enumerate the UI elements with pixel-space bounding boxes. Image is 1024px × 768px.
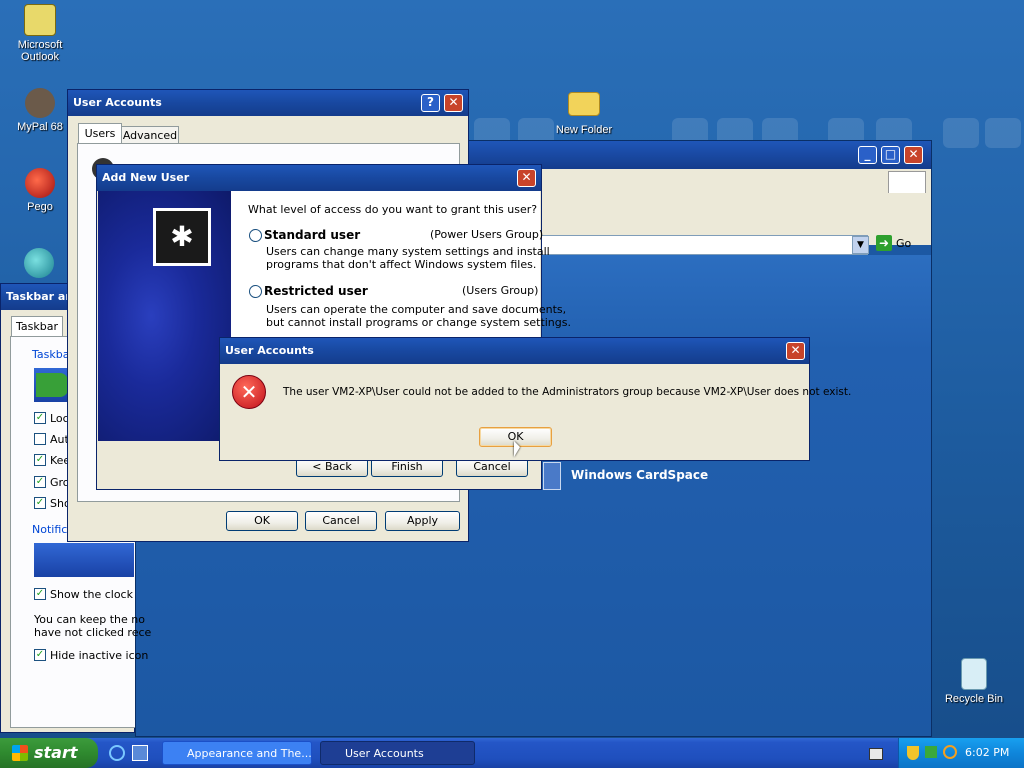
taskbar-task-appearance[interactable]: Appearance and The...: [162, 741, 312, 765]
cancel-button[interactable]: Cancel: [305, 511, 377, 531]
taskbar-task-user-accounts[interactable]: User Accounts: [320, 741, 475, 765]
cardspace-icon[interactable]: [543, 462, 561, 490]
minimize-button[interactable]: _: [858, 146, 877, 164]
close-button[interactable]: ✕: [444, 94, 463, 112]
go-button-label[interactable]: Go: [896, 237, 911, 250]
keep-on-top-checkbox[interactable]: ✓: [34, 454, 46, 466]
hide-inactive-label: Hide inactive icon: [50, 649, 149, 662]
restricted-user-desc: Users can operate the computer and save …: [266, 303, 567, 316]
user-accounts-title: User Accounts: [68, 90, 468, 116]
clock[interactable]: 6:02 PM: [965, 746, 1009, 759]
taskbar: start Appearance and The... User Account…: [0, 738, 1024, 768]
windows-flag-icon: [888, 171, 926, 195]
notification-preview: [34, 543, 134, 577]
error-dialog: User Accounts ✕ ✕ The user VM2-XP\User c…: [219, 337, 851, 461]
recycle-bin-icon: [961, 658, 987, 690]
hide-inactive-checkbox[interactable]: ✓: [34, 649, 46, 661]
desktop-icon-new-folder[interactable]: New Folder: [544, 88, 624, 136]
desktop-icon-label: New Folder: [555, 124, 613, 136]
desktop-icon-recycle-bin[interactable]: Recycle Bin: [934, 658, 1014, 705]
add-new-user-title: Add New User: [97, 165, 541, 191]
outlook-icon: [24, 4, 56, 36]
autohide-checkbox[interactable]: [34, 433, 46, 445]
search-icon[interactable]: [943, 745, 957, 759]
lock-taskbar-checkbox[interactable]: ✓: [34, 412, 46, 424]
start-label: start: [34, 743, 78, 762]
windows-cardspace-link[interactable]: Windows CardSpace: [571, 468, 708, 482]
standard-user-desc: Users can change many system settings an…: [266, 245, 550, 258]
security-shield-icon[interactable]: [907, 746, 919, 760]
maximize-button[interactable]: □: [881, 146, 900, 164]
help-button[interactable]: ?: [421, 94, 440, 112]
error-icon: ✕: [232, 375, 266, 409]
chevron-down-icon[interactable]: ▼: [852, 236, 869, 254]
standard-user-radio[interactable]: [249, 229, 262, 242]
group-taskbar-label: Taskba: [32, 348, 70, 361]
network-icon[interactable]: [925, 746, 937, 758]
quicklaunch-icon[interactable]: [132, 745, 148, 761]
show-clock-label: Show the clock: [50, 588, 133, 601]
go-arrow-icon[interactable]: ➜: [876, 235, 892, 251]
windows-logo-icon: [12, 745, 28, 761]
close-button[interactable]: ✕: [517, 169, 536, 187]
autohide-label: Aut: [50, 433, 69, 446]
error-dialog-title: User Accounts: [220, 338, 809, 364]
desktop-icon-unknown[interactable]: [24, 248, 54, 278]
restricted-user-desc-2: but cannot install programs or change sy…: [266, 316, 571, 329]
desktop-icon-label: Recycle Bin: [944, 693, 1004, 705]
standard-user-label[interactable]: Standard user: [264, 228, 360, 242]
show-clock-checkbox[interactable]: ✓: [34, 588, 46, 600]
lock-taskbar-label: Loc: [50, 412, 69, 425]
restricted-user-group: (Users Group): [462, 284, 539, 297]
ok-button[interactable]: OK: [226, 511, 298, 531]
error-message: The user VM2-XP\User could not be added …: [283, 386, 852, 398]
pego-icon: [25, 168, 55, 198]
desktop-icon-label: Microsoft Outlook: [17, 39, 63, 63]
mouse-cursor-icon: [514, 441, 520, 457]
restricted-user-radio[interactable]: [249, 285, 262, 298]
access-question: What level of access do you want to gran…: [248, 203, 538, 216]
restricted-user-label[interactable]: Restricted user: [264, 284, 368, 298]
start-button[interactable]: start: [0, 738, 98, 768]
apply-button[interactable]: Apply: [385, 511, 460, 531]
close-button[interactable]: ✕: [904, 146, 923, 164]
system-tray: 6:02 PM: [898, 738, 1024, 768]
desktop-icon-outlook[interactable]: Microsoft Outlook: [0, 4, 80, 63]
folder-icon: [568, 92, 600, 116]
group-buttons-checkbox[interactable]: ✓: [34, 476, 46, 488]
notification-description-2: have not clicked rece: [34, 626, 152, 639]
tab-advanced[interactable]: Advanced: [121, 126, 179, 144]
mypal-icon: [25, 88, 55, 118]
standard-user-group: (Power Users Group): [430, 228, 544, 241]
standard-user-desc-2: programs that don't affect Windows syste…: [266, 258, 537, 271]
close-button[interactable]: ✕: [786, 342, 805, 360]
tab-users[interactable]: Users: [78, 123, 122, 144]
wizard-keyboard-icon: ✱: [153, 208, 211, 266]
notification-description: You can keep the no: [34, 613, 145, 626]
show-quick-launch-checkbox[interactable]: ✓: [34, 497, 46, 509]
keyboard-icon[interactable]: [869, 748, 883, 760]
ie-quicklaunch-icon[interactable]: [109, 745, 125, 761]
tab-taskbar[interactable]: Taskbar: [11, 316, 63, 337]
start-preview: [36, 373, 68, 397]
